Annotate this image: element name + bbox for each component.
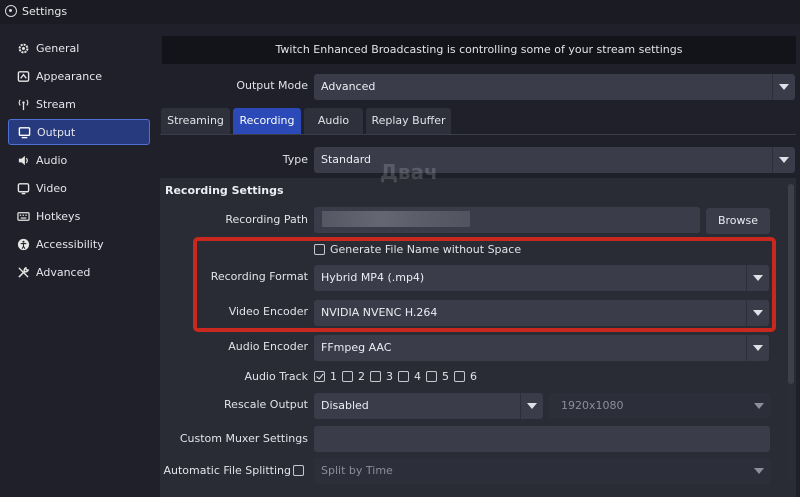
- sidebar-item-label: Hotkeys: [36, 209, 81, 223]
- sidebar-item-output[interactable]: Output: [8, 119, 150, 145]
- custom-muxer-input[interactable]: [314, 426, 770, 452]
- rescale-resolution-value: 1920x1080: [561, 399, 624, 412]
- output-mode-value: Advanced: [321, 80, 376, 93]
- sidebar-item-accessibility[interactable]: Accessibility: [8, 231, 150, 257]
- appearance-icon: [16, 69, 30, 83]
- audio-encoder-value: FFmpeg AAC: [321, 341, 392, 354]
- chevron-down-icon: [779, 84, 789, 90]
- sidebar-item-label: Output: [37, 125, 76, 139]
- recording-path-label: Recording Path: [225, 213, 308, 226]
- audio-track-6-checkbox[interactable]: [454, 371, 465, 382]
- combo-separator: [520, 393, 521, 419]
- audio-track-1-checkbox[interactable]: [314, 371, 325, 382]
- redacted-path: [322, 211, 470, 227]
- audio-encoder-label: Audio Encoder: [228, 340, 308, 353]
- chevron-down-icon: [753, 345, 763, 351]
- recording-path-input[interactable]: [314, 207, 700, 233]
- window-title: Settings: [22, 5, 68, 18]
- output-mode-select[interactable]: Advanced: [314, 74, 795, 100]
- output-mode-label: Output Mode: [236, 79, 308, 92]
- rescale-output-select[interactable]: Disabled: [314, 393, 543, 419]
- sidebar-item-label: General: [36, 41, 80, 55]
- chevron-down-icon: [754, 403, 764, 409]
- accessibility-icon: [16, 237, 30, 251]
- sidebar-item-stream[interactable]: Stream: [8, 91, 150, 117]
- rescale-resolution-select[interactable]: 1920x1080: [549, 393, 770, 419]
- audio-track-4-checkbox[interactable]: [398, 371, 409, 382]
- chevron-down-icon: [527, 403, 537, 409]
- audio-track-label: Audio Track: [244, 370, 308, 383]
- gear-icon: [16, 41, 30, 55]
- file-splitting-select[interactable]: Split by Time: [314, 458, 770, 484]
- audio-encoder-select[interactable]: FFmpeg AAC: [314, 335, 769, 361]
- sidebar-item-advanced[interactable]: Advanced: [8, 259, 150, 285]
- custom-muxer-label: Custom Muxer Settings: [179, 432, 308, 445]
- monitor-icon: [17, 125, 31, 139]
- red-highlight-box: [193, 237, 776, 332]
- sidebar: General Appearance Stream Output Audio V…: [0, 24, 158, 497]
- file-splitting-value: Split by Time: [321, 464, 393, 477]
- tab-streaming[interactable]: Streaming: [161, 108, 230, 134]
- sidebar-item-hotkeys[interactable]: Hotkeys: [8, 203, 150, 229]
- sidebar-item-label: Stream: [36, 97, 76, 111]
- obs-logo-icon: [5, 5, 17, 17]
- rescale-output-label: Rescale Output: [224, 398, 308, 411]
- file-splitting-checkbox[interactable]: [293, 465, 304, 476]
- audio-track-5-checkbox[interactable]: [426, 371, 437, 382]
- sidebar-item-appearance[interactable]: Appearance: [8, 63, 150, 89]
- audio-track-5-label[interactable]: 5: [442, 370, 449, 383]
- watermark-logo: Двач: [380, 160, 438, 184]
- combo-separator: [772, 74, 773, 100]
- enhanced-broadcasting-banner: Twitch Enhanced Broadcasting is controll…: [162, 36, 796, 64]
- antenna-icon: [16, 97, 30, 111]
- recording-settings-title: Recording Settings: [165, 184, 284, 197]
- audio-track-1-label[interactable]: 1: [330, 370, 337, 383]
- chevron-down-icon: [779, 157, 789, 163]
- scrollbar-thumb[interactable]: [788, 184, 794, 384]
- sidebar-item-label: Advanced: [36, 265, 91, 279]
- combo-separator: [746, 335, 747, 361]
- chevron-down-icon: [754, 468, 764, 474]
- panel-scrollbar[interactable]: [788, 184, 794, 484]
- sidebar-item-label: Video: [36, 181, 67, 195]
- audio-track-6-label[interactable]: 6: [470, 370, 477, 383]
- tab-bar-divider: [160, 134, 796, 135]
- sidebar-item-label: Appearance: [36, 69, 103, 83]
- file-splitting-label: Automatic File Splitting: [163, 464, 291, 477]
- sidebar-item-label: Accessibility: [36, 237, 104, 251]
- audio-track-3-checkbox[interactable]: [370, 371, 381, 382]
- audio-track-3-label[interactable]: 3: [386, 370, 393, 383]
- tab-audio[interactable]: Audio: [304, 108, 363, 134]
- rescale-output-value: Disabled: [321, 399, 369, 412]
- browse-button[interactable]: Browse: [706, 208, 770, 234]
- sidebar-item-video[interactable]: Video: [8, 175, 150, 201]
- type-value: Standard: [321, 153, 372, 166]
- title-bar: Settings: [0, 0, 800, 24]
- keyboard-icon: [16, 209, 30, 223]
- tab-replay-buffer[interactable]: Replay Buffer: [366, 108, 451, 134]
- combo-separator: [747, 393, 748, 419]
- type-label: Type: [282, 153, 308, 166]
- speaker-icon: [16, 153, 30, 167]
- audio-track-4-label[interactable]: 4: [414, 370, 421, 383]
- sidebar-item-label: Audio: [36, 153, 68, 167]
- combo-separator: [747, 458, 748, 484]
- sidebar-item-audio[interactable]: Audio: [8, 147, 150, 173]
- wrench-icon: [16, 265, 30, 279]
- sidebar-item-general[interactable]: General: [8, 35, 150, 61]
- tab-recording[interactable]: Recording: [233, 108, 301, 134]
- combo-separator: [772, 147, 773, 173]
- audio-track-2-label[interactable]: 2: [358, 370, 365, 383]
- audio-track-2-checkbox[interactable]: [342, 371, 353, 382]
- video-monitor-icon: [16, 181, 30, 195]
